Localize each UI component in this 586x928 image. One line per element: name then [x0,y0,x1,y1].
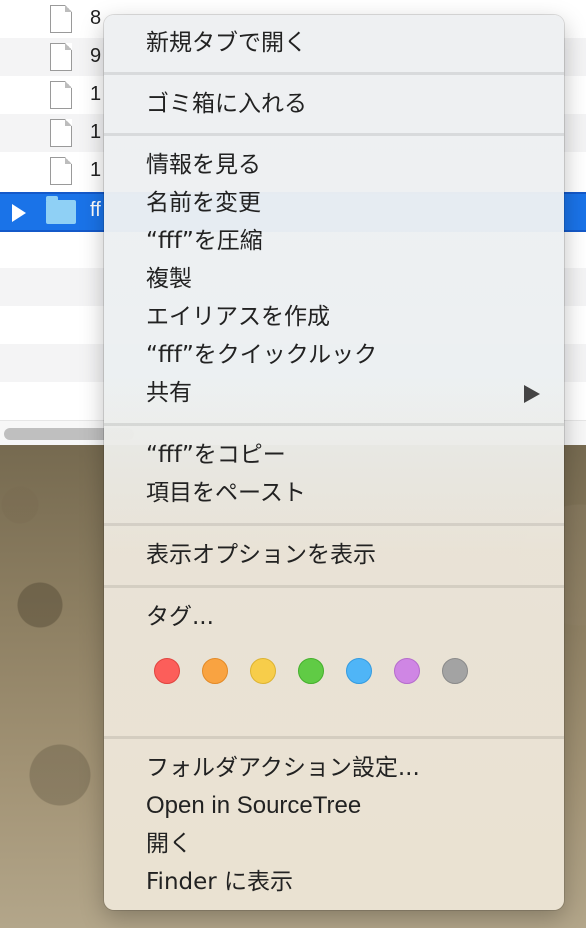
menu-item-compress[interactable]: “fff”を圧縮 [146,226,263,256]
menu-item-open-in-sourcetree[interactable]: Open in SourceTree [146,791,361,821]
menu-item-paste[interactable]: 項目をペースト [146,478,306,508]
menu-item-open-new-tab[interactable]: 新規タブで開く [146,28,307,58]
menu-item-duplicate[interactable]: 複製 [146,264,192,294]
file-name: 1 [90,83,102,105]
menu-separator [104,72,564,75]
menu-separator [104,736,564,739]
file-name: 8 [90,7,102,29]
menu-separator [104,423,564,426]
file-name: 9 [90,45,102,67]
document-icon [50,119,72,147]
submenu-arrow-icon [524,385,540,403]
menu-separator [104,585,564,588]
document-icon [50,157,72,185]
menu-item-rename[interactable]: 名前を変更 [146,188,261,218]
menu-item-show-in-finder[interactable]: Finder に表示 [146,867,293,897]
menu-item-move-to-trash[interactable]: ゴミ箱に入れる [146,89,307,119]
file-name: 1 [90,159,102,181]
file-name: 1 [90,121,102,143]
tag-red-icon[interactable] [154,658,180,684]
menu-separator [104,523,564,526]
tag-green-icon[interactable] [298,658,324,684]
document-icon [50,81,72,109]
menu-item-copy[interactable]: “fff”をコピー [146,440,286,470]
tag-gray-icon[interactable] [442,658,468,684]
context-menu: 新規タブで開く ゴミ箱に入れる 情報を見る 名前を変更 “fff”を圧縮 複製 … [104,15,564,910]
menu-item-make-alias[interactable]: エイリアスを作成 [146,302,330,332]
disclosure-triangle-icon[interactable] [12,204,26,222]
menu-item-quick-look[interactable]: “fff”をクイックルック [146,340,377,370]
menu-separator [104,133,564,136]
menu-item-folder-actions[interactable]: フォルダアクション設定... [146,753,420,783]
folder-name: ff [90,199,101,221]
menu-item-show-view-options[interactable]: 表示オプションを表示 [146,540,376,570]
menu-item-open[interactable]: 開く [146,829,192,859]
document-icon [50,5,72,33]
folder-icon [46,196,76,224]
tag-yellow-icon[interactable] [250,658,276,684]
menu-item-get-info[interactable]: 情報を見る [146,150,261,180]
tag-purple-icon[interactable] [394,658,420,684]
menu-item-tags[interactable]: タグ... [146,602,214,632]
document-icon [50,43,72,71]
menu-item-share[interactable]: 共有 [146,378,192,408]
tag-orange-icon[interactable] [202,658,228,684]
tag-blue-icon[interactable] [346,658,372,684]
